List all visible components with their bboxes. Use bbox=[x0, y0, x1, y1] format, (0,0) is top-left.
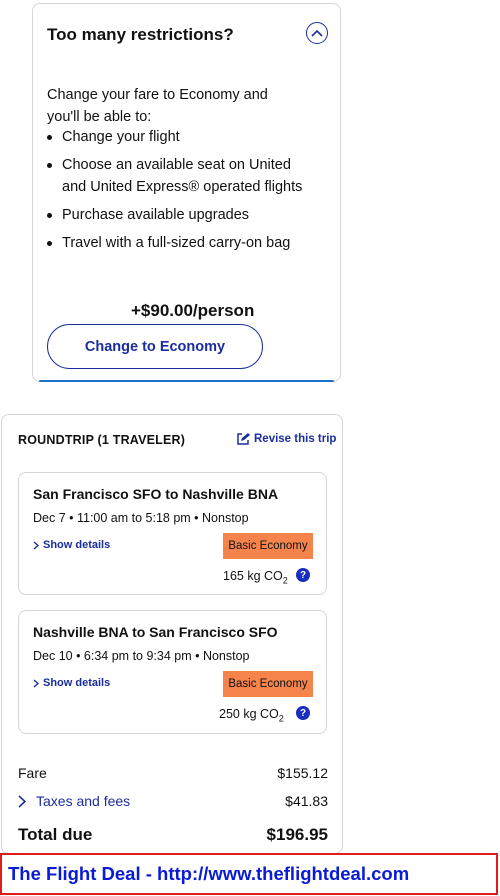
taxes-label: Taxes and fees bbox=[36, 793, 131, 809]
total-row: Total due $196.95 bbox=[18, 825, 328, 845]
trip-header: ROUNDTRIP (1 TRAVELER) bbox=[18, 433, 186, 447]
taxes-value: $41.83 bbox=[285, 793, 328, 809]
upsell-card: Too many restrictions? Change your fare … bbox=[32, 3, 341, 382]
co2-unit: CO bbox=[260, 707, 279, 721]
watermark-text: The Flight Deal - http://www.theflightde… bbox=[8, 863, 410, 884]
chevron-right-icon bbox=[18, 794, 26, 808]
taxes-and-fees-toggle[interactable]: Taxes and fees bbox=[18, 793, 130, 809]
co2-emissions: 165 kg CO2 bbox=[223, 569, 288, 586]
upsell-title: Too many restrictions? bbox=[47, 25, 234, 44]
chevron-right-icon bbox=[33, 678, 39, 688]
benefit-item: Purchase available upgrades bbox=[47, 204, 307, 226]
fare-class-badge: Basic Economy bbox=[223, 533, 313, 559]
benefit-item: Change your flight bbox=[47, 126, 307, 148]
taxes-row: Taxes and fees $41.83 bbox=[18, 793, 328, 809]
change-to-economy-button[interactable]: Change to Economy bbox=[47, 324, 263, 369]
benefit-item: Travel with a full-sized carry-on bag bbox=[47, 232, 307, 254]
revise-trip-link[interactable]: Revise this trip bbox=[236, 432, 336, 446]
show-details-label: Show details bbox=[43, 677, 111, 689]
total-label: Total due bbox=[18, 825, 93, 844]
show-details-link[interactable]: Show details bbox=[33, 677, 110, 689]
upsell-price: +$90.00/person bbox=[131, 301, 255, 320]
co2-unit: CO bbox=[264, 569, 283, 583]
help-icon[interactable]: ? bbox=[296, 568, 310, 582]
chevron-right-icon bbox=[33, 540, 39, 550]
benefits-list: Change your flight Choose an available s… bbox=[47, 126, 307, 260]
show-details-link[interactable]: Show details bbox=[33, 539, 110, 551]
upsell-intro: Change your fare to Economy and you'll b… bbox=[47, 87, 268, 125]
fare-label: Fare bbox=[18, 765, 47, 781]
revise-trip-label: Revise this trip bbox=[254, 433, 337, 445]
flight-route: Nashville BNA to San Francisco SFO bbox=[33, 624, 278, 640]
flight-card-outbound: San Francisco SFO to Nashville BNA Dec 7… bbox=[18, 472, 327, 595]
card-accent-line bbox=[39, 380, 334, 382]
show-details-label: Show details bbox=[43, 539, 111, 551]
help-icon[interactable]: ? bbox=[296, 706, 310, 720]
fare-row: Fare $155.12 bbox=[18, 765, 328, 781]
trip-summary-card: ROUNDTRIP (1 TRAVELER) Revise this trip … bbox=[1, 414, 343, 854]
flight-route: San Francisco SFO to Nashville BNA bbox=[33, 486, 279, 502]
fare-value: $155.12 bbox=[277, 765, 328, 781]
flight-times: Dec 7 • 11:00 am to 5:18 pm • Nonstop bbox=[33, 511, 249, 525]
fare-class-badge: Basic Economy bbox=[223, 671, 313, 697]
chevron-up-icon bbox=[311, 29, 323, 37]
co2-subscript: 2 bbox=[282, 575, 288, 586]
collapse-button[interactable] bbox=[306, 22, 328, 44]
co2-subscript: 2 bbox=[278, 713, 284, 724]
watermark-banner: The Flight Deal - http://www.theflightde… bbox=[0, 853, 498, 895]
benefit-item: Choose an available seat on United and U… bbox=[47, 154, 307, 198]
total-value: $196.95 bbox=[266, 825, 328, 844]
flight-card-return: Nashville BNA to San Francisco SFO Dec 1… bbox=[18, 610, 327, 734]
co2-emissions: 250 kg CO2 bbox=[219, 707, 284, 724]
flight-times: Dec 10 • 6:34 pm to 9:34 pm • Nonstop bbox=[33, 649, 250, 663]
co2-value: 165 kg bbox=[223, 569, 261, 583]
co2-value: 250 kg bbox=[219, 707, 257, 721]
edit-icon bbox=[237, 433, 250, 445]
